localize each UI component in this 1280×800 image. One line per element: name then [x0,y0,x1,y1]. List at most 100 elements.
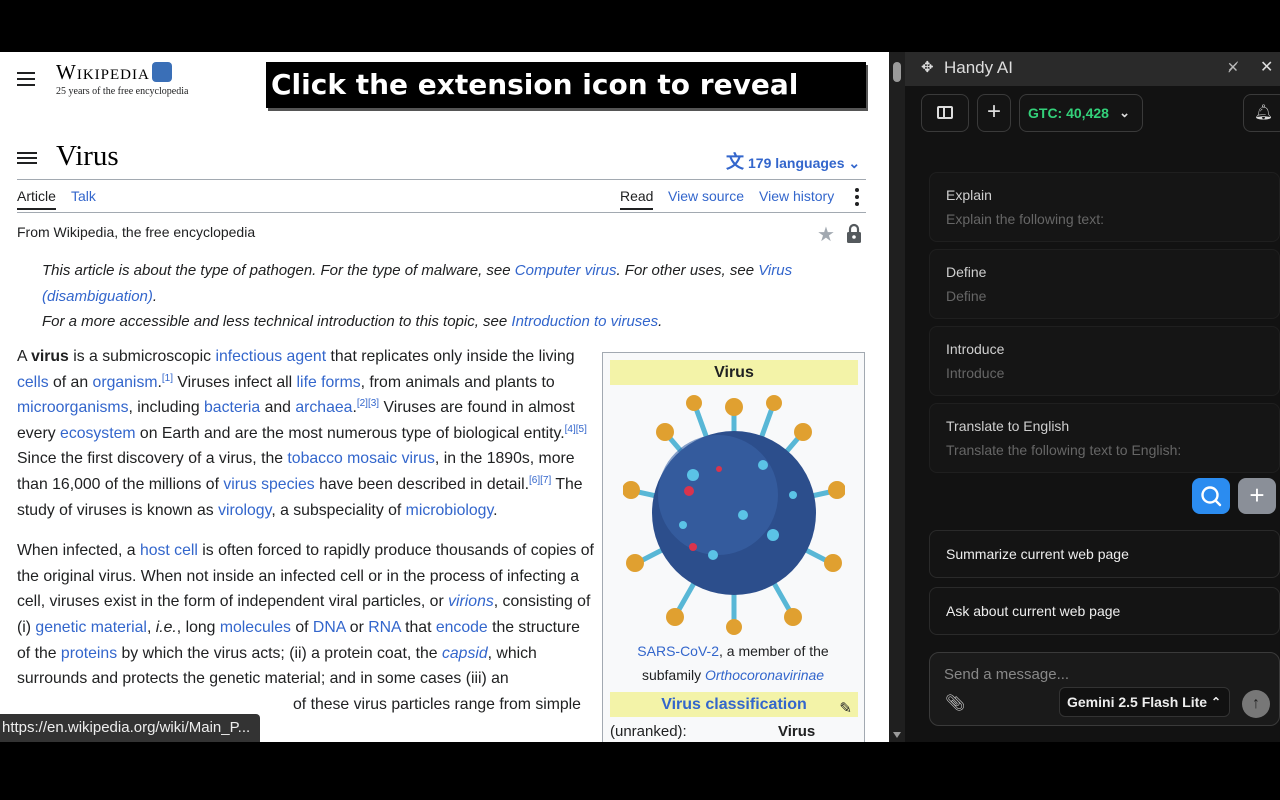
tab-view-history[interactable]: View history [759,188,834,204]
send-button[interactable]: ↑ [1242,690,1270,718]
link[interactable]: tobacco mosaic virus [287,450,435,467]
handy-ai-panel: ✥ Handy AI ✕̸ ✕ + GTC: 40,428 ⌄ 🔔︎ Explai… [905,52,1280,742]
languages-label: 179 languages [748,155,845,171]
prompt-card-define[interactable]: Define Define [929,249,1280,319]
link[interactable]: ecosystem [60,425,136,442]
languages-button[interactable]: 文 179 languages ⌄ [726,148,860,174]
virus-image[interactable] [623,395,845,635]
citation-link[interactable]: [1] [162,373,173,384]
link[interactable]: DNA [313,619,345,636]
prompt-card-translate[interactable]: Translate to English Translate the follo… [929,403,1280,473]
new-chat-button[interactable]: + [977,94,1011,132]
puzzle-globe-icon [151,62,172,82]
prompt-title: Define [946,264,987,280]
link-computer-virus[interactable]: Computer virus [515,262,617,279]
link[interactable]: encode [436,619,488,636]
link-sars-cov-2[interactable]: SARS-CoV-2 [637,643,719,659]
paragraph: When infected, a host cell is often forc… [17,542,594,713]
gtc-balance-dropdown[interactable]: GTC: 40,428 ⌄ [1019,94,1143,132]
hatnote-text: . [152,287,158,305]
star-icon[interactable]: ★ [817,222,835,247]
prompt-desc: Define [946,288,987,304]
infobox-classification-header: Virus classification ✎ [610,692,858,717]
message-input[interactable] [942,661,1266,687]
link[interactable]: proteins [61,645,117,662]
prompt-card-explain[interactable]: Explain Explain the following text: [929,172,1280,242]
tab-read[interactable]: Read [620,188,654,210]
link[interactable]: organism [93,374,158,391]
prompt-desc: Explain the following text: [946,211,1104,227]
link[interactable]: genetic material [35,619,147,636]
status-url-tooltip: https://en.wikipedia.org/wiki/Main_P... [0,714,261,742]
hatnotes: This article is about the type of pathog… [42,258,862,335]
notifications-button[interactable]: 🔔︎ [1243,94,1280,132]
title-divider [17,179,866,180]
link[interactable]: virology [218,502,271,519]
search-prompts-button[interactable] [1192,478,1230,514]
panel-title: Handy AI [944,58,1013,77]
hatnote-text: This article is about the type of pathog… [42,262,515,279]
handy-logo-icon: ✥ [921,59,934,76]
logo-wordmark: Wikipedia [56,60,150,84]
bell-icon: 🔔︎ [1254,104,1274,121]
sidebar-toggle-button[interactable] [921,94,969,132]
hatnote-text: . [658,313,663,330]
close-icon[interactable]: ✕ [1260,57,1273,77]
scroll-down-arrow-icon[interactable] [893,732,901,738]
gtc-balance: GTC: 40,428 [1028,105,1109,121]
rank-label: (unranked): [610,723,687,740]
infobox-caption: SARS-CoV-2, a member of the subfamily Or… [637,643,829,683]
site-subtitle: From Wikipedia, the free encyclopedia [17,224,256,240]
page-tabs: Article Talk Read View source View histo… [17,188,866,212]
more-options-icon[interactable] [855,188,859,209]
link[interactable]: capsid [442,645,488,662]
edit-pencil-icon[interactable]: ✎ [839,696,852,721]
link[interactable]: microbiology [406,502,494,519]
logo-tagline: 25 years of the free encyclopedia [56,86,189,97]
hamburger-menu-icon[interactable] [17,72,35,86]
sidebar-toggle-icon [937,106,953,119]
hatnote: For a more accessible and less technical… [42,309,862,335]
link[interactable]: molecules [220,619,291,636]
link[interactable]: host cell [140,542,198,559]
plus-icon: + [986,98,1001,125]
tab-view-source[interactable]: View source [668,188,744,204]
link-orthocoronavirinae[interactable]: Orthocoronavirinae [705,667,824,683]
scrollbar-thumb[interactable] [893,62,901,82]
citation-link[interactable]: [6][7] [529,475,551,486]
tab-talk[interactable]: Talk [71,188,96,204]
article-body: A virus is a submicroscopic infectious a… [17,344,597,732]
link[interactable]: archaea [295,399,352,416]
unpin-icon[interactable]: ✕̸ [1227,59,1239,76]
summarize-page-button[interactable]: Summarize current web page [929,530,1280,578]
add-prompt-button[interactable]: + [1238,478,1276,514]
link[interactable]: life forms [297,374,361,391]
citation-link[interactable]: [4][5] [565,424,587,435]
link[interactable]: bacteria [204,399,260,416]
hatnote-text: For a more accessible and less technical… [42,313,512,330]
toc-icon[interactable] [17,152,37,166]
tab-article[interactable]: Article [17,188,56,210]
prompt-card-introduce[interactable]: Introduce Introduce [929,326,1280,396]
hatnote-text: . For other uses, see [616,262,759,279]
infobox-title: Virus [610,360,858,385]
link-introduction-to-viruses[interactable]: Introduction to viruses [511,313,658,330]
model-name: Gemini 2.5 Flash Lite [1067,694,1208,710]
page-scrollbar[interactable] [889,52,905,742]
link[interactable]: RNA [368,619,400,636]
paperclip-icon[interactable]: 📎︎ [945,693,965,713]
citation-link[interactable]: [2][3] [357,398,379,409]
bold-term: virus [31,348,69,365]
link[interactable]: cells [17,374,49,391]
ask-about-page-button[interactable]: Ask about current web page [929,587,1280,635]
wikipedia-logo[interactable]: Wikipedia 25 years of the free encyclope… [56,60,188,97]
link[interactable]: virions [448,593,494,610]
model-selector[interactable]: Gemini 2.5 Flash Lite ⌃ [1059,687,1230,717]
link[interactable]: virus species [223,476,314,493]
wikipedia-page: Wikipedia 25 years of the free encyclope… [0,52,889,742]
prompt-title: Translate to English [946,418,1070,434]
link-virus-classification[interactable]: Virus classification [661,696,807,713]
link[interactable]: microorganisms [17,399,128,416]
lock-icon[interactable] [846,223,862,243]
link[interactable]: infectious agent [215,348,326,365]
